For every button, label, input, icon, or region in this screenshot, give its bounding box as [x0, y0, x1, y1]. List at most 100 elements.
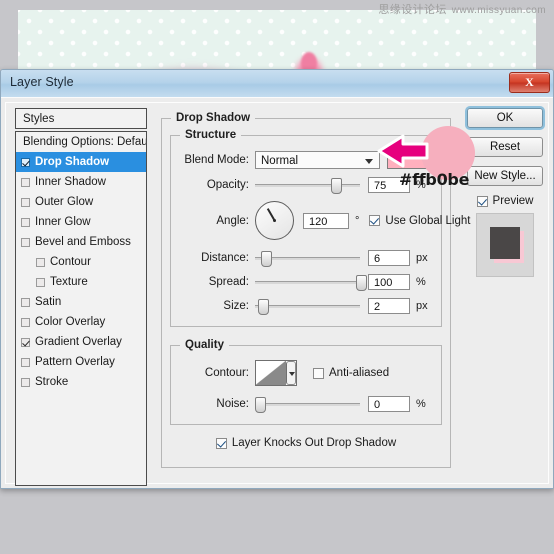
style-enable-checkbox[interactable] — [21, 317, 30, 327]
angle-unit: ° — [355, 214, 360, 227]
slider-thumb[interactable] — [355, 275, 367, 291]
size-unit: px — [416, 300, 428, 312]
size-input[interactable]: 2 — [368, 298, 410, 314]
distance-slider[interactable] — [255, 250, 360, 267]
style-enable-checkbox[interactable] — [21, 177, 30, 187]
noise-unit: % — [416, 398, 426, 410]
close-icon[interactable]: X — [509, 72, 550, 93]
contour-row: Contour: Anti-aliased — [181, 360, 433, 386]
styles-list-item-label: Blending Options: Default — [23, 136, 147, 148]
preview-swatch — [490, 227, 520, 259]
layer-style-dialog: Layer Style X Styles Blending Options: D… — [0, 69, 554, 489]
use-global-light-label: Use Global Light — [385, 214, 471, 227]
opacity-row: Opacity: 75 % — [181, 177, 433, 194]
noise-label: Noise: — [216, 398, 249, 410]
new-style-button[interactable]: New Style... — [467, 166, 543, 186]
angle-dial[interactable] — [255, 201, 294, 240]
styles-list-item[interactable]: Bevel and Emboss — [16, 232, 146, 252]
distance-unit: px — [416, 252, 428, 264]
drop-shadow-legend: Drop Shadow — [171, 112, 256, 124]
site-watermark: 思缘设计论坛 www.missyuan.com — [378, 1, 546, 17]
styles-header: Styles — [15, 108, 147, 129]
styles-list-item[interactable]: Drop Shadow — [16, 152, 146, 172]
size-slider[interactable] — [255, 298, 360, 315]
spread-label: Spread: — [208, 276, 249, 288]
styles-list-item[interactable]: Satin — [16, 292, 146, 312]
ok-button[interactable]: OK — [467, 108, 543, 128]
contour-curve-icon — [256, 361, 286, 385]
screenshot-root: 思缘设计论坛 www.missyuan.com Layer Style X Sty… — [0, 0, 554, 554]
style-enable-checkbox[interactable] — [21, 217, 30, 227]
slider-track — [255, 305, 360, 308]
distance-label: Distance: — [201, 252, 249, 264]
blend-mode-select[interactable]: Normal — [255, 150, 380, 169]
watermark-url: www.missyuan.com — [451, 5, 546, 16]
styles-list-item[interactable]: Contour — [16, 252, 146, 272]
preview-row: Preview — [467, 195, 543, 207]
style-enable-checkbox[interactable] — [21, 297, 30, 307]
styles-list-item-label: Satin — [35, 296, 62, 308]
styles-list-item[interactable]: Inner Shadow — [16, 172, 146, 192]
knockout-row: Layer Knocks Out Drop Shadow — [170, 437, 442, 449]
styles-list-item[interactable]: Pattern Overlay — [16, 352, 146, 372]
size-label: Size: — [223, 300, 249, 312]
styles-list-item-label: Gradient Overlay — [35, 336, 122, 348]
style-enable-checkbox[interactable] — [21, 237, 30, 247]
styles-list-item-label: Texture — [50, 276, 88, 288]
slider-track — [255, 184, 360, 187]
angle-input[interactable]: 120 — [303, 212, 349, 229]
chevron-down-icon — [365, 158, 373, 164]
annotation-arrow-icon — [377, 134, 429, 168]
styles-list-item-label: Contour — [50, 256, 91, 268]
styles-list-item[interactable]: Outer Glow — [16, 192, 146, 212]
styles-list-item-label: Inner Shadow — [35, 176, 106, 188]
styles-list-item[interactable]: Gradient Overlay — [16, 332, 146, 352]
style-enable-checkbox[interactable] — [21, 357, 30, 367]
preview-checkbox[interactable] — [476, 195, 488, 207]
anti-aliased-label: Anti-aliased — [329, 367, 390, 379]
distance-row: Distance: 6 px — [181, 250, 433, 267]
blend-mode-label: Blend Mode: — [184, 153, 249, 166]
style-enable-checkbox[interactable] — [36, 257, 45, 267]
style-enable-checkbox[interactable] — [21, 197, 30, 207]
dialog-titlebar[interactable]: Layer Style X — [1, 70, 553, 98]
preview-thumbnail — [476, 213, 534, 277]
noise-slider[interactable] — [255, 396, 360, 413]
distance-input[interactable]: 6 — [368, 250, 410, 266]
anti-aliased-checkbox[interactable] — [313, 367, 324, 379]
styles-list-item-label: Inner Glow — [35, 216, 91, 228]
styles-list-item-label: Color Overlay — [35, 316, 106, 328]
styles-list-item[interactable]: Stroke — [16, 372, 146, 392]
spread-slider[interactable] — [255, 274, 367, 291]
use-global-light-checkbox[interactable] — [369, 215, 381, 226]
spread-input[interactable]: 100 — [368, 274, 410, 290]
styles-list-item[interactable]: Blending Options: Default — [16, 132, 146, 152]
quality-legend: Quality — [180, 339, 229, 351]
styles-list-item[interactable]: Texture — [16, 272, 146, 292]
dialog-title: Layer Style — [10, 75, 74, 89]
reset-button[interactable]: Reset — [467, 137, 543, 157]
styles-list[interactable]: Blending Options: Default Drop Shadow Inne… — [15, 131, 147, 486]
slider-thumb[interactable] — [255, 397, 266, 413]
slider-thumb[interactable] — [330, 178, 342, 194]
style-enable-checkbox[interactable] — [21, 377, 30, 387]
styles-list-item[interactable]: Color Overlay — [16, 312, 146, 332]
style-enable-checkbox[interactable] — [21, 157, 30, 167]
style-enable-checkbox[interactable] — [21, 337, 30, 347]
noise-row: Noise: 0 % — [181, 396, 433, 413]
spread-unit: % — [416, 276, 426, 288]
noise-input[interactable]: 0 — [368, 396, 410, 412]
opacity-slider[interactable] — [255, 177, 360, 194]
contour-dropdown-icon[interactable] — [286, 361, 296, 385]
layer-knocks-out-checkbox[interactable] — [215, 437, 227, 449]
structure-legend: Structure — [180, 129, 242, 141]
contour-swatch[interactable] — [255, 360, 297, 386]
angle-hub — [273, 219, 276, 222]
styles-list-item-label: Bevel and Emboss — [35, 236, 131, 248]
slider-thumb[interactable] — [261, 251, 273, 267]
styles-list-item[interactable]: Inner Glow — [16, 212, 146, 232]
slider-thumb[interactable] — [258, 299, 270, 315]
angle-row: Angle: 120 ° Use Global Light — [181, 201, 470, 240]
style-enable-checkbox[interactable] — [36, 277, 45, 287]
styles-list-item-label: Stroke — [35, 376, 69, 388]
